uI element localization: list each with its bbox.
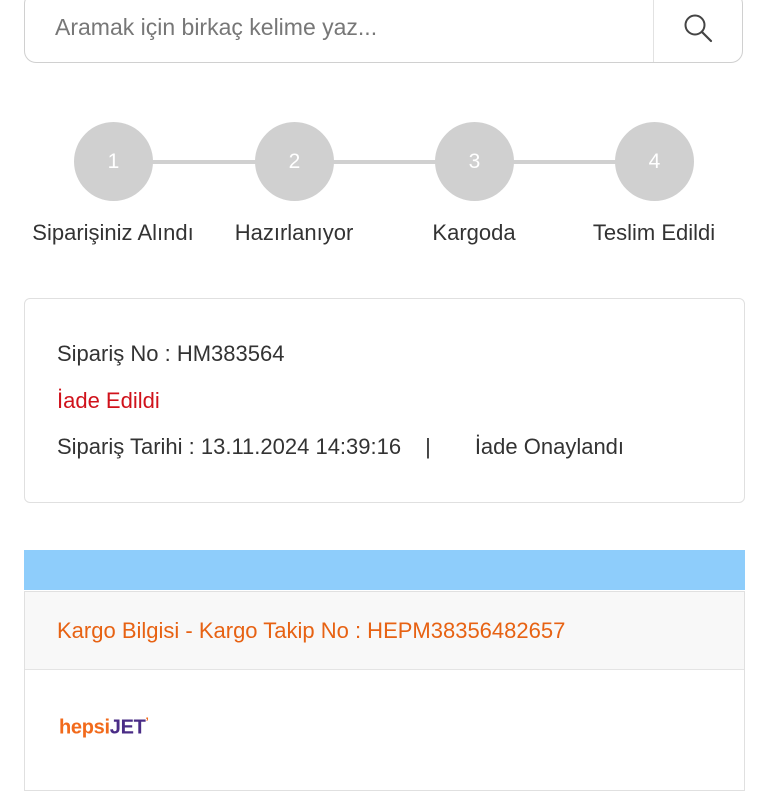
step-label-4: Teslim Edildi — [592, 220, 716, 245]
order-progress-stepper: 1 2 3 4 Siparişiniz Alındı Hazırlanıyor … — [0, 120, 768, 260]
order-info-card: Sipariş No : HM383564 İade Edildi Sipari… — [24, 298, 745, 503]
step-label-3: Kargoda — [432, 220, 516, 245]
cargo-info-card: Kargo Bilgisi - Kargo Takip No : HEPM383… — [24, 591, 745, 791]
step-label-2: Hazırlanıyor — [234, 220, 354, 245]
search-button[interactable] — [653, 0, 742, 62]
search-bar — [24, 0, 743, 63]
step-connector — [152, 160, 256, 164]
step-circle-4: 4 — [615, 122, 694, 201]
step-connector — [513, 160, 616, 164]
hepsijet-logo: hepsiJET’ — [59, 715, 149, 739]
info-banner — [24, 550, 745, 590]
order-date-row: Sipariş Tarihi : 13.11.2024 14:39:16 | İad… — [57, 434, 624, 460]
order-number: Sipariş No : HM383564 — [57, 341, 285, 366]
step-connector — [333, 160, 436, 164]
separator: | — [425, 434, 431, 459]
step-circle-2: 2 — [255, 122, 334, 201]
cargo-header: Kargo Bilgisi - Kargo Takip No : HEPM383… — [25, 592, 744, 670]
search-input[interactable] — [25, 0, 653, 63]
search-icon — [684, 14, 713, 42]
step-circle-3: 3 — [435, 122, 514, 201]
step-label-1: Siparişiniz Alındı — [32, 220, 194, 245]
step-circle-1: 1 — [74, 122, 153, 201]
order-status: İade Edildi — [57, 388, 160, 413]
return-status: İade Onaylandı — [474, 434, 625, 459]
order-date: Sipariş Tarihi : 13.11.2024 14:39:16 — [57, 434, 402, 459]
